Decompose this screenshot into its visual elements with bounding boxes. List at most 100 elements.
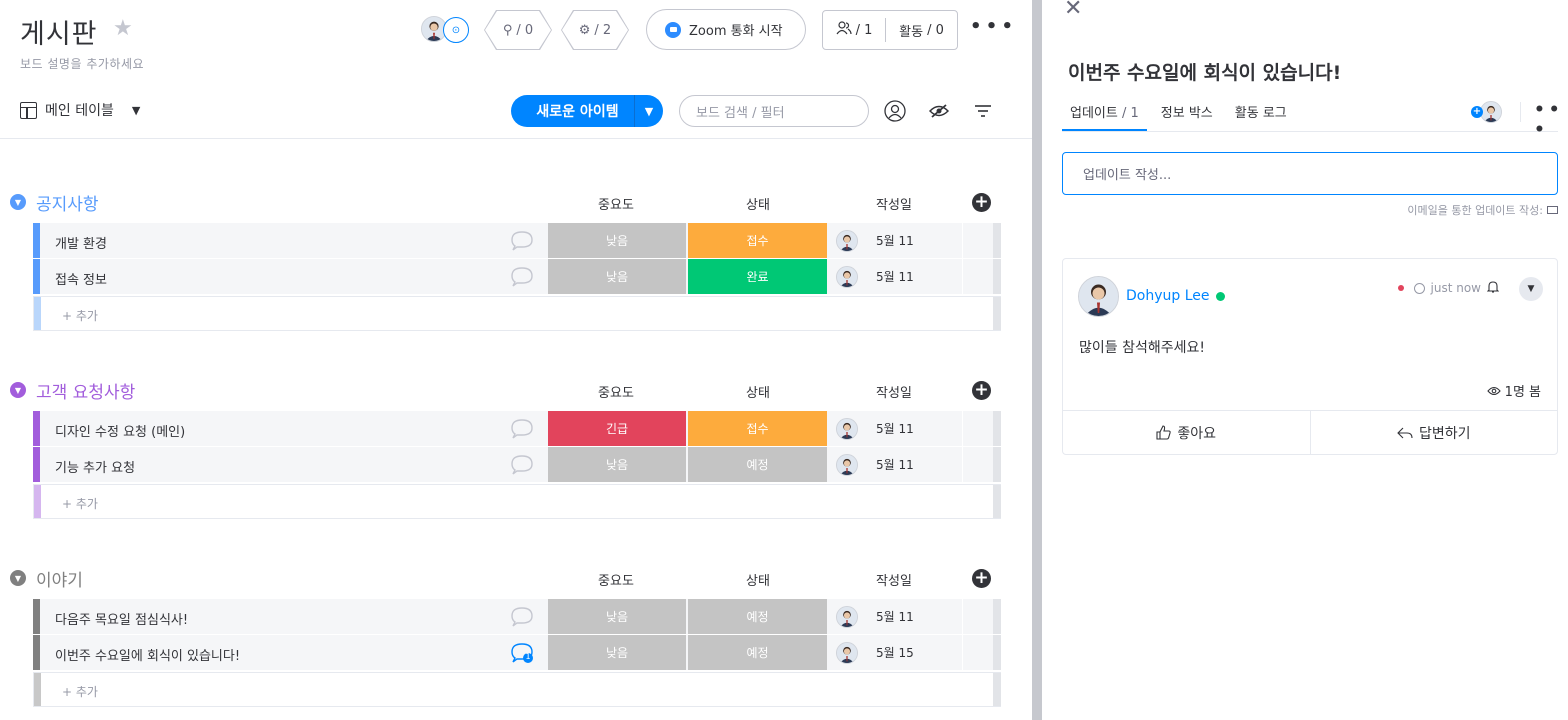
star-icon[interactable]: ★ bbox=[113, 16, 133, 41]
item-name[interactable]: 이번주 수요일에 회식이 있습니다! bbox=[55, 645, 240, 664]
activity-button[interactable]: 활동 / 0 bbox=[886, 11, 957, 49]
integrations-button[interactable]: ⚙ / 2 bbox=[561, 10, 629, 50]
add-column-icon[interactable]: + bbox=[972, 381, 991, 400]
panel-resize-handle[interactable] bbox=[1032, 0, 1042, 720]
date-cell[interactable]: 5월 11 bbox=[828, 599, 962, 634]
collapse-caret-icon[interactable]: ▼ bbox=[10, 570, 26, 586]
email-update-link[interactable]: 이메일을 통한 업데이트 작성: bbox=[1407, 202, 1558, 218]
column-header-priority[interactable]: 중요도 bbox=[580, 194, 652, 213]
status-cell[interactable]: 예정 bbox=[688, 447, 827, 482]
priority-cell[interactable]: 낮음 bbox=[548, 599, 686, 634]
panel-more-icon[interactable]: • • • bbox=[1534, 100, 1568, 140]
add-column-icon[interactable]: + bbox=[972, 193, 991, 212]
activity-count: / 0 bbox=[927, 22, 944, 38]
tab-info-box[interactable]: 정보 박스 bbox=[1153, 100, 1221, 131]
comment-bubble-icon[interactable]: 1 bbox=[509, 642, 535, 668]
column-header-status[interactable]: 상태 bbox=[722, 194, 794, 213]
status-cell[interactable]: 접수 bbox=[688, 411, 827, 446]
table-row[interactable]: 개발 환경 낮음 접수 5월 11 bbox=[33, 223, 1001, 258]
add-item-row[interactable]: + 추가 bbox=[33, 484, 1001, 519]
collapse-caret-icon[interactable]: ▼ bbox=[10, 382, 26, 398]
update-input[interactable]: 업데이트 작성... bbox=[1062, 152, 1558, 195]
author-name[interactable]: Dohyup Lee bbox=[1126, 288, 1225, 304]
board-description[interactable]: 보드 설명을 추가하세요 bbox=[20, 55, 144, 72]
reply-button[interactable]: 답변하기 bbox=[1309, 411, 1558, 454]
group-title[interactable]: 이야기 bbox=[36, 566, 83, 591]
panel-title[interactable]: 이번주 수요일에 회식이 있습니다! bbox=[1068, 58, 1341, 85]
column-header-status[interactable]: 상태 bbox=[722, 382, 794, 401]
column-header-priority[interactable]: 중요도 bbox=[580, 570, 652, 589]
board-share-icon[interactable]: ⊙ bbox=[443, 17, 469, 43]
column-header-created[interactable]: 작성일 bbox=[858, 194, 930, 213]
row-spacer bbox=[962, 635, 993, 670]
date-cell[interactable]: 5월 11 bbox=[828, 223, 962, 258]
post-menu-icon[interactable]: ▼ bbox=[1519, 277, 1543, 301]
tab-updates[interactable]: 업데이트 / 1 bbox=[1062, 100, 1147, 131]
table-row[interactable]: 접속 정보 낮음 완료 5월 11 bbox=[33, 259, 1001, 294]
new-item-button[interactable]: 새로운 아이템 ▼ bbox=[511, 95, 663, 127]
comment-bubble-icon[interactable] bbox=[509, 606, 535, 632]
item-name[interactable]: 기능 추가 요청 bbox=[55, 457, 135, 476]
add-item-row[interactable]: + 추가 bbox=[33, 672, 1001, 707]
add-column-icon[interactable]: + bbox=[972, 569, 991, 588]
board-title[interactable]: 게시판 bbox=[20, 12, 98, 51]
column-header-created[interactable]: 작성일 bbox=[858, 382, 930, 401]
automations-button[interactable]: ⚲ / 0 bbox=[484, 10, 552, 50]
members-button[interactable]: / 1 bbox=[823, 11, 885, 49]
column-header-priority[interactable]: 중요도 bbox=[580, 382, 652, 401]
add-item-row[interactable]: + 추가 bbox=[33, 296, 1001, 331]
group-color-bar bbox=[33, 599, 40, 634]
tab-activity-log[interactable]: 활동 로그 bbox=[1227, 100, 1295, 131]
zoom-call-button[interactable]: Zoom 통화 시작 bbox=[646, 9, 806, 50]
like-label: 좋아요 bbox=[1177, 425, 1217, 442]
group-title[interactable]: 공지사항 bbox=[36, 190, 99, 215]
column-header-status[interactable]: 상태 bbox=[722, 570, 794, 589]
board-search-input[interactable]: 보드 검색 / 필터 bbox=[679, 95, 869, 127]
comment-bubble-icon[interactable] bbox=[509, 418, 535, 444]
group-title[interactable]: 고객 요청사항 bbox=[36, 378, 135, 403]
add-subscriber-icon[interactable]: + bbox=[1471, 106, 1483, 118]
table-row[interactable]: 다음주 목요일 점심식사! 낮음 예정 5월 11 bbox=[33, 599, 1001, 634]
seen-by[interactable]: 1명 봄 bbox=[1486, 381, 1541, 400]
board-more-icon[interactable]: • • • bbox=[970, 16, 1013, 37]
like-button[interactable]: 좋아요 bbox=[1063, 411, 1310, 454]
priority-cell[interactable]: 낮음 bbox=[548, 635, 686, 670]
item-name[interactable]: 다음주 목요일 점심식사! bbox=[55, 609, 188, 628]
main-table-view-selector[interactable]: 메인 테이블 ▼ bbox=[20, 100, 140, 120]
priority-cell[interactable]: 긴급 bbox=[548, 411, 686, 446]
comment-bubble-icon[interactable] bbox=[509, 266, 535, 292]
item-name[interactable]: 개발 환경 bbox=[55, 233, 107, 252]
filter-icon[interactable] bbox=[971, 99, 995, 123]
close-icon[interactable]: ✕ bbox=[1064, 0, 1082, 21]
priority-cell[interactable]: 낮음 bbox=[548, 223, 686, 258]
date-cell[interactable]: 5월 11 bbox=[828, 411, 962, 446]
group-header[interactable]: ▼ 이야기 bbox=[10, 566, 83, 591]
priority-cell[interactable]: 낮음 bbox=[548, 447, 686, 482]
comment-bubble-icon[interactable] bbox=[509, 230, 535, 256]
priority-cell[interactable]: 낮음 bbox=[548, 259, 686, 294]
date-cell[interactable]: 5월 11 bbox=[828, 447, 962, 482]
item-name[interactable]: 접속 정보 bbox=[55, 269, 107, 288]
comment-bubble-icon[interactable] bbox=[509, 454, 535, 480]
status-cell[interactable]: 예정 bbox=[688, 635, 827, 670]
person-filter-icon[interactable] bbox=[883, 99, 907, 123]
subscriber-avatar[interactable] bbox=[1480, 101, 1502, 123]
item-name[interactable]: 디자인 수정 요청 (메인) bbox=[55, 421, 185, 440]
status-cell[interactable]: 예정 bbox=[688, 599, 827, 634]
status-cell[interactable]: 완료 bbox=[688, 259, 827, 294]
author-avatar[interactable] bbox=[1078, 276, 1119, 317]
status-cell[interactable]: 접수 bbox=[688, 223, 827, 258]
collapse-caret-icon[interactable]: ▼ bbox=[10, 194, 26, 210]
table-row[interactable]: 이번주 수요일에 회식이 있습니다! 1 낮음 예정 5월 15 bbox=[33, 635, 1001, 670]
chevron-down-icon[interactable]: ▼ bbox=[635, 105, 663, 118]
date-cell[interactable]: 5월 15 bbox=[828, 635, 962, 670]
table-row[interactable]: 디자인 수정 요청 (메인) 긴급 접수 5월 11 bbox=[33, 411, 1001, 446]
date-cell[interactable]: 5월 11 bbox=[828, 259, 962, 294]
group-header[interactable]: ▼ 고객 요청사항 bbox=[10, 378, 135, 403]
bell-icon[interactable] bbox=[1486, 280, 1500, 297]
column-header-created[interactable]: 작성일 bbox=[858, 570, 930, 589]
table-row[interactable]: 기능 추가 요청 낮음 예정 5월 11 bbox=[33, 447, 1001, 482]
hide-icon[interactable] bbox=[927, 99, 951, 123]
group-header[interactable]: ▼ 공지사항 bbox=[10, 190, 99, 215]
unread-dot-icon bbox=[1397, 285, 1404, 291]
